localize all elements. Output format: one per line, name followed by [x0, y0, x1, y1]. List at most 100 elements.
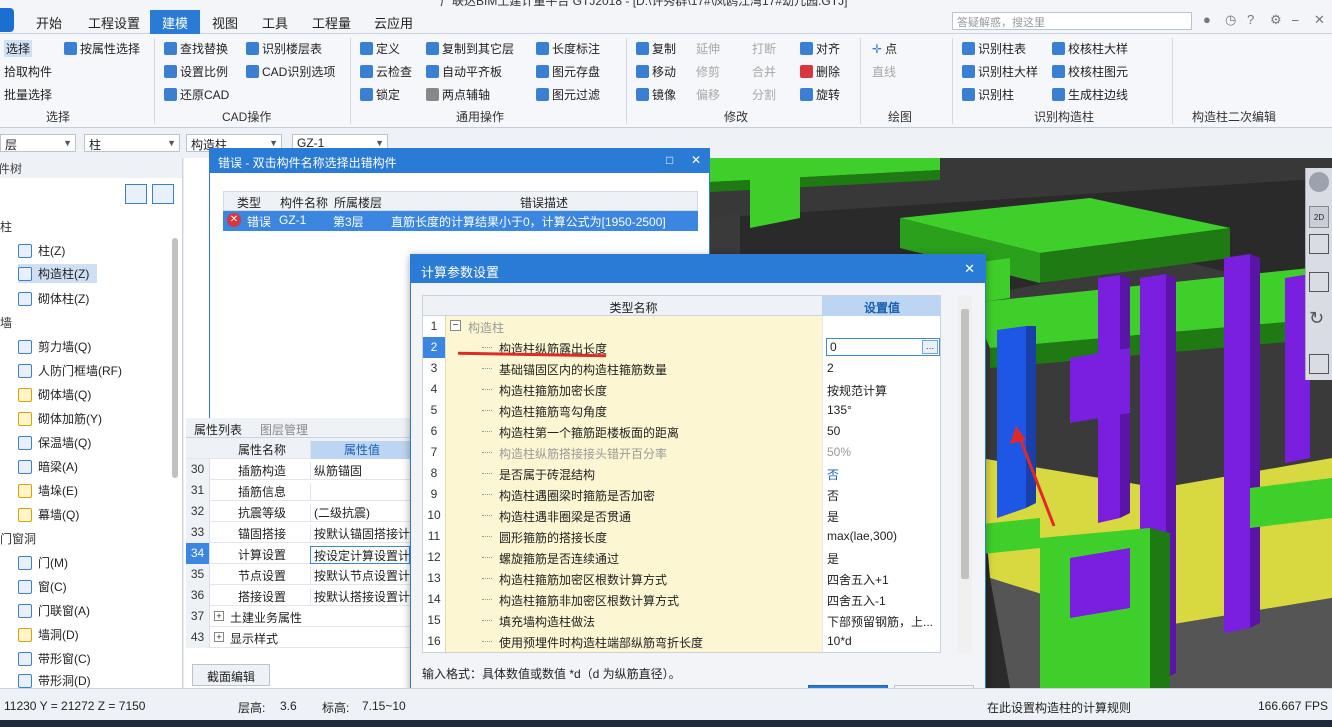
table-row[interactable]: 15 填充墙构造柱做法 下部预留钢筋，上...	[423, 610, 940, 631]
list-view-icon[interactable]	[125, 184, 147, 204]
table-row[interactable]: 30 插筋构造 纵筋锚固	[186, 459, 410, 480]
cloud-check-button[interactable]: 云检查	[360, 63, 412, 80]
tree-item-civil-defense-wall[interactable]: 人防门框墙(RF)	[18, 362, 122, 379]
set-scale-button[interactable]: 设置比例	[164, 63, 228, 80]
setting-value[interactable]: 下部预留钢筋，上...	[822, 610, 940, 631]
tree-item-strip-hole[interactable]: 带形洞(D)	[18, 672, 91, 689]
define-button[interactable]: 定义	[360, 40, 400, 57]
user-icon[interactable]: ●	[1203, 12, 1211, 27]
check-column-element-button[interactable]: 校核柱图元	[1052, 63, 1128, 80]
tree-item-wall-pier[interactable]: 墙垛(E)	[18, 482, 78, 499]
tab-property-list[interactable]: 属性列表	[194, 421, 242, 438]
rotate-view-icon[interactable]: ↻	[1309, 308, 1329, 328]
setting-value[interactable]: 50%	[822, 442, 940, 463]
identify-floor-table-button[interactable]: 识别楼层表	[246, 40, 322, 57]
delete-button[interactable]: 删除	[800, 63, 840, 80]
settings-icon[interactable]: ⚙	[1270, 12, 1282, 28]
table-row[interactable]: 36 搭接设置 按默认搭接设置计	[186, 585, 410, 606]
error-component-name[interactable]: GZ-1	[279, 213, 306, 227]
setting-value[interactable]: 按规范计算	[822, 379, 940, 400]
tab-quantities[interactable]: 工程量	[312, 13, 351, 32]
setting-value[interactable]: 是	[822, 505, 940, 526]
expand-icon[interactable]: +	[214, 632, 224, 642]
tree-item-constructional-column[interactable]: 构造柱(Z)	[18, 264, 98, 283]
setting-value[interactable]: 四舍五入+1	[822, 568, 940, 589]
element-filter-button[interactable]: 图元过滤	[536, 86, 600, 103]
tab-layer-management[interactable]: 图层管理	[260, 421, 308, 438]
batch-select-button[interactable]: 批量选择	[4, 86, 52, 103]
align-button[interactable]: 对齐	[800, 40, 840, 57]
restore-cad-button[interactable]: 还原CAD	[164, 86, 229, 103]
tree-category-wall[interactable]: 墙	[0, 314, 12, 331]
offset-button[interactable]: 偏移	[696, 86, 720, 103]
merge-button[interactable]: 合并	[752, 63, 776, 80]
identify-column-button[interactable]: 识别柱	[962, 86, 1014, 103]
tab-tools[interactable]: 工具	[262, 13, 288, 32]
setting-value[interactable]: 10*d	[822, 631, 940, 652]
cube-icon[interactable]	[1309, 234, 1329, 254]
tree-item-hidden-beam[interactable]: 暗梁(A)	[18, 458, 78, 475]
tree-item-column[interactable]: 柱(Z)	[18, 242, 65, 259]
table-row[interactable]: 6 构造柱第一个箍筋距楼板面的距离 50	[423, 421, 940, 442]
table-row[interactable]: 9 构造柱遇圈梁时箍筋是否加密 否	[423, 484, 940, 505]
extend-button[interactable]: 延伸	[696, 40, 720, 57]
tree-item-masonry-column[interactable]: 砌体柱(Z)	[18, 290, 89, 307]
point-button[interactable]: ✛ 点	[872, 40, 897, 57]
setting-value[interactable]: 135°	[822, 400, 940, 421]
table-row[interactable]: 32 抗震等级 (二级抗震)	[186, 501, 410, 522]
tab-cloud[interactable]: 云应用	[374, 13, 413, 32]
identify-column-table-button[interactable]: 识别柱表	[962, 40, 1026, 57]
copy-to-floor-button[interactable]: 复制到其它层	[426, 40, 514, 57]
pick-component-button[interactable]: 拾取构件	[4, 63, 52, 80]
globe-icon[interactable]	[1309, 172, 1329, 192]
tab-project-settings[interactable]: 工程设置	[88, 13, 140, 32]
table-row[interactable]: 13 构造柱箍筋加密区根数计算方式 四舍五入+1	[423, 568, 940, 589]
table-row[interactable]: 7 构造柱纵筋搭接接头错开百分率 50%	[423, 442, 940, 463]
tab-start[interactable]: 开始	[36, 13, 62, 32]
tab-view[interactable]: 视图	[212, 13, 238, 32]
setting-value[interactable]: 四舍五入-1	[822, 589, 940, 610]
generate-column-edge-button[interactable]: 生成柱边线	[1052, 86, 1128, 103]
search-input[interactable]: 答疑解惑，搜这里	[952, 12, 1192, 30]
length-dimension-button[interactable]: 长度标注	[536, 40, 600, 57]
help-icon[interactable]: ?	[1247, 12, 1254, 27]
find-replace-button[interactable]: 查找替换	[164, 40, 228, 57]
property-value[interactable]: 按默认锚固搭接计	[310, 525, 410, 543]
table-row[interactable]: 43 + 显示样式	[186, 627, 410, 648]
box-icon[interactable]	[1309, 272, 1329, 292]
table-row[interactable]: 16 使用预埋件时构造柱端部纵筋弯折长度 10*d	[423, 631, 940, 652]
property-value[interactable]: 按默认节点设置计	[310, 567, 410, 585]
scrollbar-thumb[interactable]	[961, 309, 969, 579]
view-navigation-bar[interactable]: 2D ↻	[1305, 168, 1332, 380]
table-row[interactable]: 35 节点设置 按默认节点设置计	[186, 564, 410, 585]
table-row[interactable]: 4 构造柱箍筋加密长度 按规范计算	[423, 379, 940, 400]
maximize-icon[interactable]: □	[666, 153, 673, 167]
property-value[interactable]: 按设定计算设置计	[310, 546, 410, 564]
tree-item-window[interactable]: 窗(C)	[18, 578, 67, 595]
table-row[interactable]: 5 构造柱箍筋弯勾角度 135°	[423, 400, 940, 421]
clock-icon[interactable]: ◷	[1225, 12, 1236, 28]
tree-item-masonry-wall[interactable]: 砌体墙(Q)	[18, 386, 91, 403]
collapse-icon[interactable]: −	[450, 320, 461, 331]
table-row[interactable]: 8 是否属于砖混结构 否	[423, 463, 940, 484]
tree-category-openings[interactable]: 门窗洞	[0, 530, 36, 547]
minimize-icon[interactable]: ⎯	[1292, 12, 1299, 28]
tree-item-strip-window[interactable]: 带形窗(C)	[18, 650, 91, 667]
tree-item-shear-wall[interactable]: 剪力墙(Q)	[18, 338, 91, 355]
2d-view-icon[interactable]: 2D	[1309, 206, 1329, 228]
table-row[interactable]: 14 构造柱箍筋非加密区根数计算方式 四舍五入-1	[423, 589, 940, 610]
section-edit-button[interactable]: 截面编辑	[192, 664, 270, 686]
tree-item-curtain-wall[interactable]: 幕墙(Q)	[18, 506, 79, 523]
tree-category-column[interactable]: 柱	[0, 218, 12, 235]
display-settings-icon[interactable]	[1309, 354, 1329, 374]
table-row[interactable]: 12 螺旋箍筋是否连续通过 是	[423, 547, 940, 568]
cad-options-button[interactable]: CAD识别选项	[246, 63, 335, 80]
identify-column-detail-button[interactable]: 识别柱大样	[962, 63, 1038, 80]
close-icon[interactable]: ✕	[691, 153, 701, 167]
rotate-button[interactable]: 旋转	[800, 86, 840, 103]
property-value[interactable]: 纵筋锚固	[310, 462, 410, 480]
save-elements-button[interactable]: 图元存盘	[536, 63, 600, 80]
select-button[interactable]: 选择	[4, 40, 33, 57]
tree-scrollbar[interactable]	[172, 238, 178, 478]
break-button[interactable]: 打断	[752, 40, 776, 57]
